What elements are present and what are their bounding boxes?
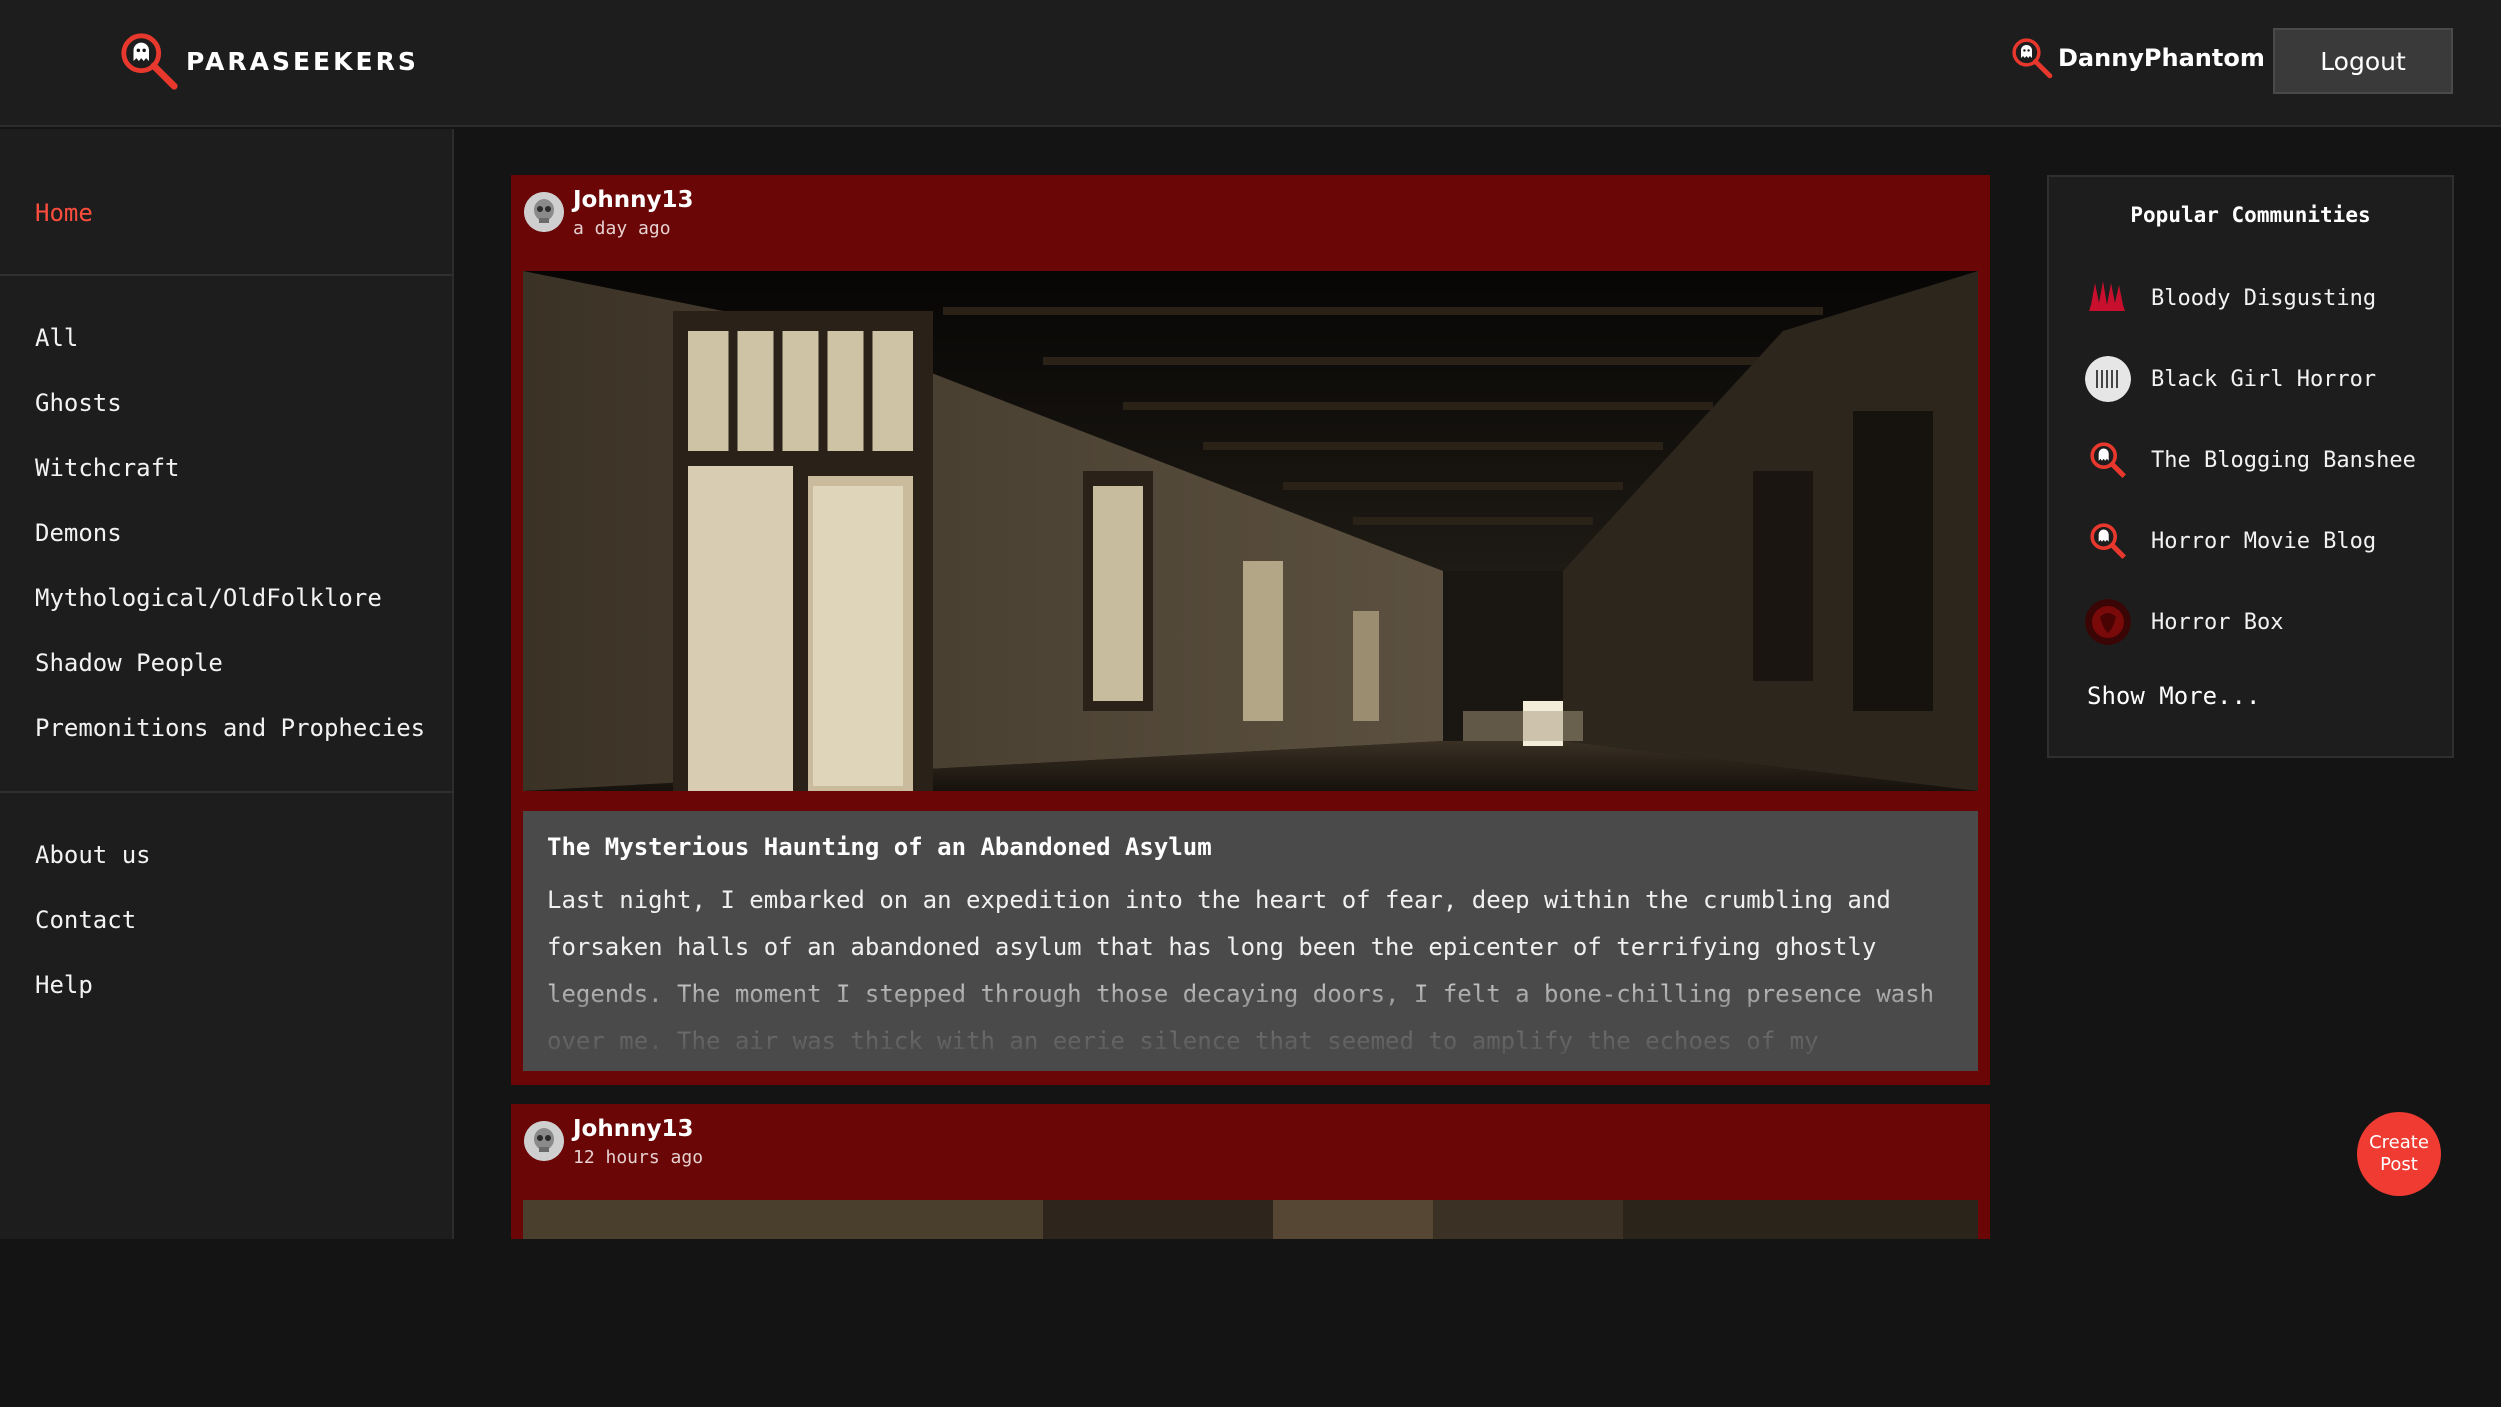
post-image[interactable] xyxy=(523,1200,1978,1239)
sidebar-item-ghosts[interactable]: Ghosts xyxy=(35,389,122,417)
sidebar-item-premonitions[interactable]: Premonitions and Prophecies xyxy=(35,714,425,742)
popular-communities-panel: Popular Communities Bloody Disgusting Bl… xyxy=(2047,175,2454,758)
logout-button[interactable]: Logout xyxy=(2273,28,2453,94)
sidebar-item-about-us[interactable]: About us xyxy=(35,841,151,869)
post-timestamp: 12 hours ago xyxy=(573,1147,704,1168)
user-profile-link[interactable]: DannyPhantom xyxy=(2010,36,2265,80)
sidebar-item-home[interactable]: Home xyxy=(35,199,93,227)
sidebar-divider xyxy=(0,791,454,793)
community-item-horror-movie-blog[interactable]: Horror Movie Blog xyxy=(2085,518,2376,564)
post-image-abandoned-asylum-corridor[interactable] xyxy=(523,271,1978,791)
community-name: Bloody Disgusting xyxy=(2151,285,2377,311)
create-post-button[interactable]: Create Post xyxy=(2357,1112,2441,1196)
user-magnifier-icon xyxy=(2012,38,2053,79)
magnifier-ghost-logo-icon xyxy=(2085,518,2131,564)
sidebar-item-contact[interactable]: Contact xyxy=(35,906,136,934)
community-name: Horror Box xyxy=(2151,609,2284,635)
create-post-label: Create Post xyxy=(2369,1132,2429,1175)
asylum-corridor-photo xyxy=(523,271,1978,791)
post-header: Johnny13 a day ago xyxy=(511,175,1990,271)
brand-name: PARASEEKERS xyxy=(186,46,419,76)
magnifier-ghost-logo-icon xyxy=(121,33,178,90)
excerpt-fade-overlay xyxy=(523,961,1978,1071)
community-name: The Blogging Banshee xyxy=(2151,447,2416,473)
sidebar-item-all[interactable]: All xyxy=(35,324,78,352)
post-header: Johnny13 12 hours ago xyxy=(511,1104,1990,1200)
magnifier-ghost-logo-icon xyxy=(2085,437,2131,483)
sidebar: Home All Ghosts Witchcraft Demons Mythol… xyxy=(0,129,454,1239)
skull-avatar-icon xyxy=(524,1121,564,1161)
community-item-horror-box[interactable]: Horror Box xyxy=(2085,599,2283,645)
post-content[interactable]: The Mysterious Haunting of an Abandoned … xyxy=(523,811,1978,1071)
post-author[interactable]: Johnny13 xyxy=(573,187,693,213)
author-avatar[interactable] xyxy=(524,1121,564,1161)
community-item-the-blogging-banshee[interactable]: The Blogging Banshee xyxy=(2085,437,2416,483)
sidebar-item-witchcraft[interactable]: Witchcraft xyxy=(35,454,180,482)
communities-title: Popular Communities xyxy=(2130,203,2371,227)
sidebar-item-help[interactable]: Help xyxy=(35,971,93,999)
sidebar-item-shadow-people[interactable]: Shadow People xyxy=(35,649,223,677)
show-more-communities-link[interactable]: Show More... xyxy=(2087,682,2260,710)
second-post-photo xyxy=(523,1200,1978,1239)
community-name: Black Girl Horror xyxy=(2151,366,2377,392)
community-item-bloody-disgusting[interactable]: Bloody Disgusting xyxy=(2085,275,2376,321)
horror-box-logo-icon xyxy=(2085,599,2131,645)
post-card[interactable]: Johnny13 a day ago The Mysterious Haunti… xyxy=(511,175,1990,1085)
bloody-disgusting-logo-icon xyxy=(2085,275,2131,321)
post-timestamp: a day ago xyxy=(573,218,671,239)
black-girl-horror-logo-icon xyxy=(2085,356,2131,402)
sidebar-item-demons[interactable]: Demons xyxy=(35,519,122,547)
username: DannyPhantom xyxy=(2058,44,2265,72)
sidebar-item-mythological[interactable]: Mythological/OldFolklore xyxy=(35,584,382,612)
author-avatar[interactable] xyxy=(524,192,564,232)
post-author[interactable]: Johnny13 xyxy=(573,1116,693,1142)
brand-home-link[interactable]: PARASEEKERS xyxy=(118,30,419,92)
community-name: Horror Movie Blog xyxy=(2151,528,2377,554)
community-item-black-girl-horror[interactable]: Black Girl Horror xyxy=(2085,356,2376,402)
skull-avatar-icon xyxy=(524,192,564,232)
sidebar-divider xyxy=(0,274,454,276)
top-bar: PARASEEKERS DannyPhantom Logout xyxy=(0,0,2501,127)
post-title[interactable]: The Mysterious Haunting of an Abandoned … xyxy=(547,833,1212,861)
post-card[interactable]: Johnny13 12 hours ago xyxy=(511,1104,1990,1239)
